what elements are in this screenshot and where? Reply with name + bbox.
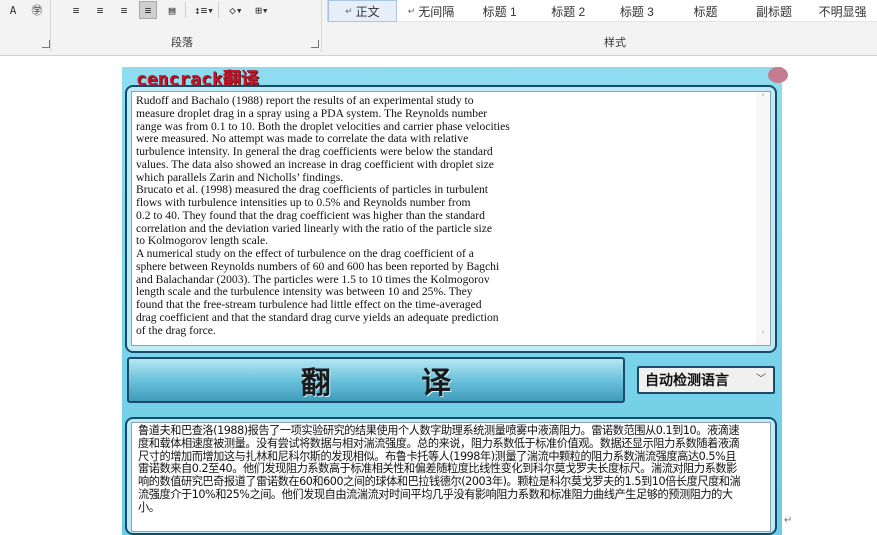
ribbon: A ㊫ ≡ ≡ ≡ ≡ ▤ ↕≡▾ ◇▾ ⊞▾ 段落 ↵ 正文 ↵ 无间隔 标题 1 标题… xyxy=(0,0,877,56)
style-item-label: 标题 2 xyxy=(551,4,586,19)
align-right-icon[interactable]: ≡ xyxy=(115,1,133,19)
paragraph-mark-icon: ↵ xyxy=(784,515,793,526)
style-item[interactable]: 不明显强 xyxy=(808,0,877,22)
language-select-value: 自动检测语言 xyxy=(645,373,729,389)
scroll-up-arrow-icon[interactable]: ˄ xyxy=(758,94,768,104)
style-item[interactable]: 标题 3 xyxy=(603,0,672,22)
encircle-char-icon[interactable]: ㊫ xyxy=(28,1,46,19)
line-spacing-icon[interactable]: ↕≡▾ xyxy=(194,1,214,19)
paragraph-dialog-launcher-icon[interactable] xyxy=(311,40,319,48)
paragraph-mark-icon: ↵ xyxy=(407,5,416,16)
result-text-output[interactable]: 鲁道夫和巴查洛(1988)报告了一项实验研究的结果使用个人数字助理系统测量喷雾中… xyxy=(131,422,771,532)
align-justify-icon[interactable]: ≡ xyxy=(139,1,157,19)
shading-icon[interactable]: ◇▾ xyxy=(227,1,245,19)
style-item[interactable]: 标题 2 xyxy=(534,0,603,22)
language-select[interactable]: 自动检测语言 ﹀ xyxy=(637,366,775,394)
styles-group-label: 样式 xyxy=(604,37,626,49)
paragraph-mark-icon: ↵ xyxy=(345,5,353,16)
style-item-label: 无间隔 xyxy=(418,4,455,19)
style-item-label: 副标题 xyxy=(756,4,793,19)
source-scrollbar[interactable]: ˄ ˅ xyxy=(756,92,770,345)
source-panel: Rudoff and Bachalo (1988) report the res… xyxy=(125,85,777,353)
paragraph-group-label: 段落 xyxy=(171,37,193,49)
source-text-input[interactable]: Rudoff and Bachalo (1988) report the res… xyxy=(131,91,771,346)
style-item[interactable]: ↵ 正文 xyxy=(328,0,397,22)
styles-gallery[interactable]: ↵ 正文 ↵ 无间隔 标题 1 标题 2 标题 3 标题 副标题 不明显强 xyxy=(327,0,877,22)
translator-window: cencrack翻译 Rudoff and Bachalo (1988) rep… xyxy=(122,67,788,535)
document-right-margin xyxy=(782,57,877,535)
align-left-icon[interactable]: ≡ xyxy=(67,1,85,19)
window-corner-button[interactable] xyxy=(768,67,788,83)
translate-button-label: 翻 译 xyxy=(300,366,492,401)
distributed-align-icon[interactable]: ▤ xyxy=(163,1,181,19)
source-text: Rudoff and Bachalo (1988) report the res… xyxy=(136,94,510,337)
result-text: 鲁道夫和巴查洛(1988)报告了一项实验研究的结果使用个人数字助理系统测量喷雾中… xyxy=(138,424,741,514)
scroll-down-arrow-icon[interactable]: ˅ xyxy=(758,331,768,341)
group-divider xyxy=(321,0,322,52)
style-item-label: 标题 3 xyxy=(619,4,654,19)
style-item[interactable]: 标题 xyxy=(671,0,740,22)
font-dialog-launcher-icon[interactable] xyxy=(42,40,50,48)
align-center-icon[interactable]: ≡ xyxy=(91,1,109,19)
style-item-label: 标题 xyxy=(693,4,718,19)
chevron-down-icon[interactable]: ﹀ xyxy=(753,372,769,388)
borders-icon[interactable]: ⊞▾ xyxy=(253,1,271,19)
font-color-a-icon[interactable]: A xyxy=(4,1,22,19)
style-item-label: 正文 xyxy=(355,4,380,19)
result-panel: 鲁道夫和巴查洛(1988)报告了一项实验研究的结果使用个人数字助理系统测量喷雾中… xyxy=(125,417,777,535)
group-divider xyxy=(50,0,51,52)
translate-button[interactable]: 翻 译 xyxy=(127,357,625,403)
style-item[interactable]: ↵ 无间隔 xyxy=(397,0,466,22)
style-item[interactable]: 副标题 xyxy=(740,0,809,22)
style-item[interactable]: 标题 1 xyxy=(465,0,534,22)
style-item-label: 不明显强 xyxy=(818,4,867,19)
paragraph-toolbar-row: A ㊫ ≡ ≡ ≡ ≡ ▤ ↕≡▾ ◇▾ ⊞▾ xyxy=(4,0,271,20)
style-item-label: 标题 1 xyxy=(482,4,517,19)
